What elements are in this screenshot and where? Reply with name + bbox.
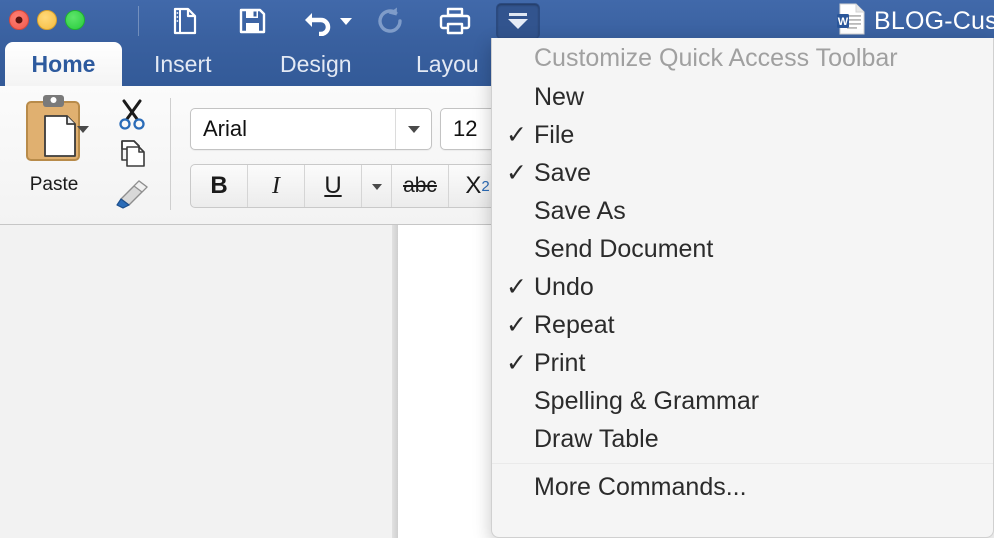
menu-item-new[interactable]: New — [492, 78, 993, 116]
italic-label: I — [272, 172, 280, 199]
menu-item-more-commands-label: More Commands... — [534, 472, 747, 501]
menu-item-draw-table[interactable]: Draw Table — [492, 420, 993, 458]
document-title-area: W BLOG-Cus — [836, 3, 994, 39]
underline-label: U — [324, 172, 342, 199]
cut-button[interactable] — [110, 95, 154, 133]
menu-item-draw-table-label: Draw Table — [534, 424, 659, 453]
menu-check-repeat: ✓ — [506, 311, 527, 339]
menu-item-save[interactable]: ✓ Save — [492, 154, 993, 192]
menu-item-file[interactable]: ✓ File — [492, 116, 993, 154]
menu-item-save-label: Save — [534, 158, 591, 187]
menu-item-print[interactable]: ✓ Print — [492, 344, 993, 382]
tab-layout[interactable]: Layou — [398, 42, 497, 86]
print-icon[interactable] — [433, 4, 477, 38]
customize-qat-button[interactable] — [496, 3, 540, 39]
underline-options-button[interactable] — [362, 165, 392, 207]
subscript-label: X — [465, 172, 482, 199]
clipboard-font-divider — [170, 98, 171, 210]
undo-icon[interactable] — [297, 4, 341, 38]
copy-button[interactable] — [110, 135, 154, 173]
word-application-window: W BLOG-Cus Home Insert Design Layou Past… — [0, 0, 994, 538]
tab-home-label: Home — [31, 50, 96, 77]
customize-qat-menu: Customize Quick Access Toolbar New ✓ Fil… — [491, 38, 994, 538]
maximize-window-button[interactable] — [65, 10, 85, 30]
undo-dropdown-icon[interactable] — [338, 14, 354, 28]
redo-icon[interactable] — [368, 4, 412, 38]
paste-label: Paste — [29, 174, 79, 195]
menu-title: Customize Quick Access Toolbar — [492, 38, 993, 78]
menu-item-save-as[interactable]: Save As — [492, 192, 993, 230]
italic-button[interactable]: I — [248, 165, 305, 207]
paste-options-caret-icon[interactable] — [76, 122, 90, 136]
menu-item-send-document[interactable]: Send Document — [492, 230, 993, 268]
menu-item-undo[interactable]: ✓ Undo — [492, 268, 993, 306]
underline-button[interactable]: U — [305, 165, 362, 207]
font-format-toolbar: B I U abc X2 — [190, 164, 507, 208]
strikethrough-label: abc — [403, 174, 437, 197]
menu-item-file-label: File — [534, 120, 575, 149]
window-controls — [9, 10, 85, 30]
menu-item-spelling-grammar-label: Spelling & Grammar — [534, 386, 760, 415]
paste-button[interactable]: Paste — [8, 92, 100, 214]
menu-item-undo-label: Undo — [534, 272, 594, 301]
menu-item-print-label: Print — [534, 348, 586, 377]
format-painter-button[interactable] — [110, 175, 154, 213]
menu-title-label: Customize Quick Access Toolbar — [534, 43, 898, 72]
toolbar-divider — [138, 6, 139, 36]
subscript-sub-label: 2 — [481, 177, 490, 195]
new-document-icon[interactable] — [163, 4, 207, 38]
strikethrough-button[interactable]: abc — [392, 165, 449, 207]
minimize-window-button[interactable] — [37, 10, 57, 30]
menu-check-save: ✓ — [506, 159, 527, 187]
bold-button[interactable]: B — [191, 165, 248, 207]
menu-item-new-label: New — [534, 82, 585, 111]
menu-check-print: ✓ — [506, 349, 527, 377]
font-name-dropdown-icon[interactable] — [395, 109, 431, 149]
menu-separator — [492, 463, 993, 464]
tab-insert-label: Insert — [154, 50, 212, 77]
tab-insert[interactable]: Insert — [136, 42, 230, 86]
save-icon[interactable] — [230, 4, 274, 38]
word-document-icon: W — [836, 3, 866, 40]
tab-design-label: Design — [280, 50, 352, 77]
menu-item-send-document-label: Send Document — [534, 234, 714, 263]
tab-design[interactable]: Design — [262, 42, 370, 86]
tab-layout-label: Layou — [416, 50, 479, 77]
chevron-down-icon — [371, 183, 382, 190]
menu-check-file: ✓ — [506, 121, 527, 149]
font-name-value: Arial — [203, 116, 248, 141]
menu-item-spelling-grammar[interactable]: Spelling & Grammar — [492, 382, 993, 420]
clipboard-small-buttons — [108, 92, 156, 218]
tab-home[interactable]: Home — [5, 42, 122, 86]
document-title: BLOG-Cus — [874, 6, 994, 35]
menu-check-undo: ✓ — [506, 273, 527, 301]
menu-item-save-as-label: Save As — [534, 196, 626, 225]
menu-item-more-commands[interactable]: More Commands... — [492, 468, 993, 506]
title-bar: W BLOG-Cus — [0, 0, 994, 42]
menu-item-repeat-label: Repeat — [534, 310, 615, 339]
font-size-value: 12 — [453, 116, 478, 141]
svg-text:W: W — [838, 16, 849, 28]
close-window-button[interactable] — [9, 10, 29, 30]
bold-label: B — [210, 172, 228, 199]
menu-item-repeat[interactable]: ✓ Repeat — [492, 306, 993, 344]
font-name-input[interactable]: Arial — [190, 108, 432, 150]
